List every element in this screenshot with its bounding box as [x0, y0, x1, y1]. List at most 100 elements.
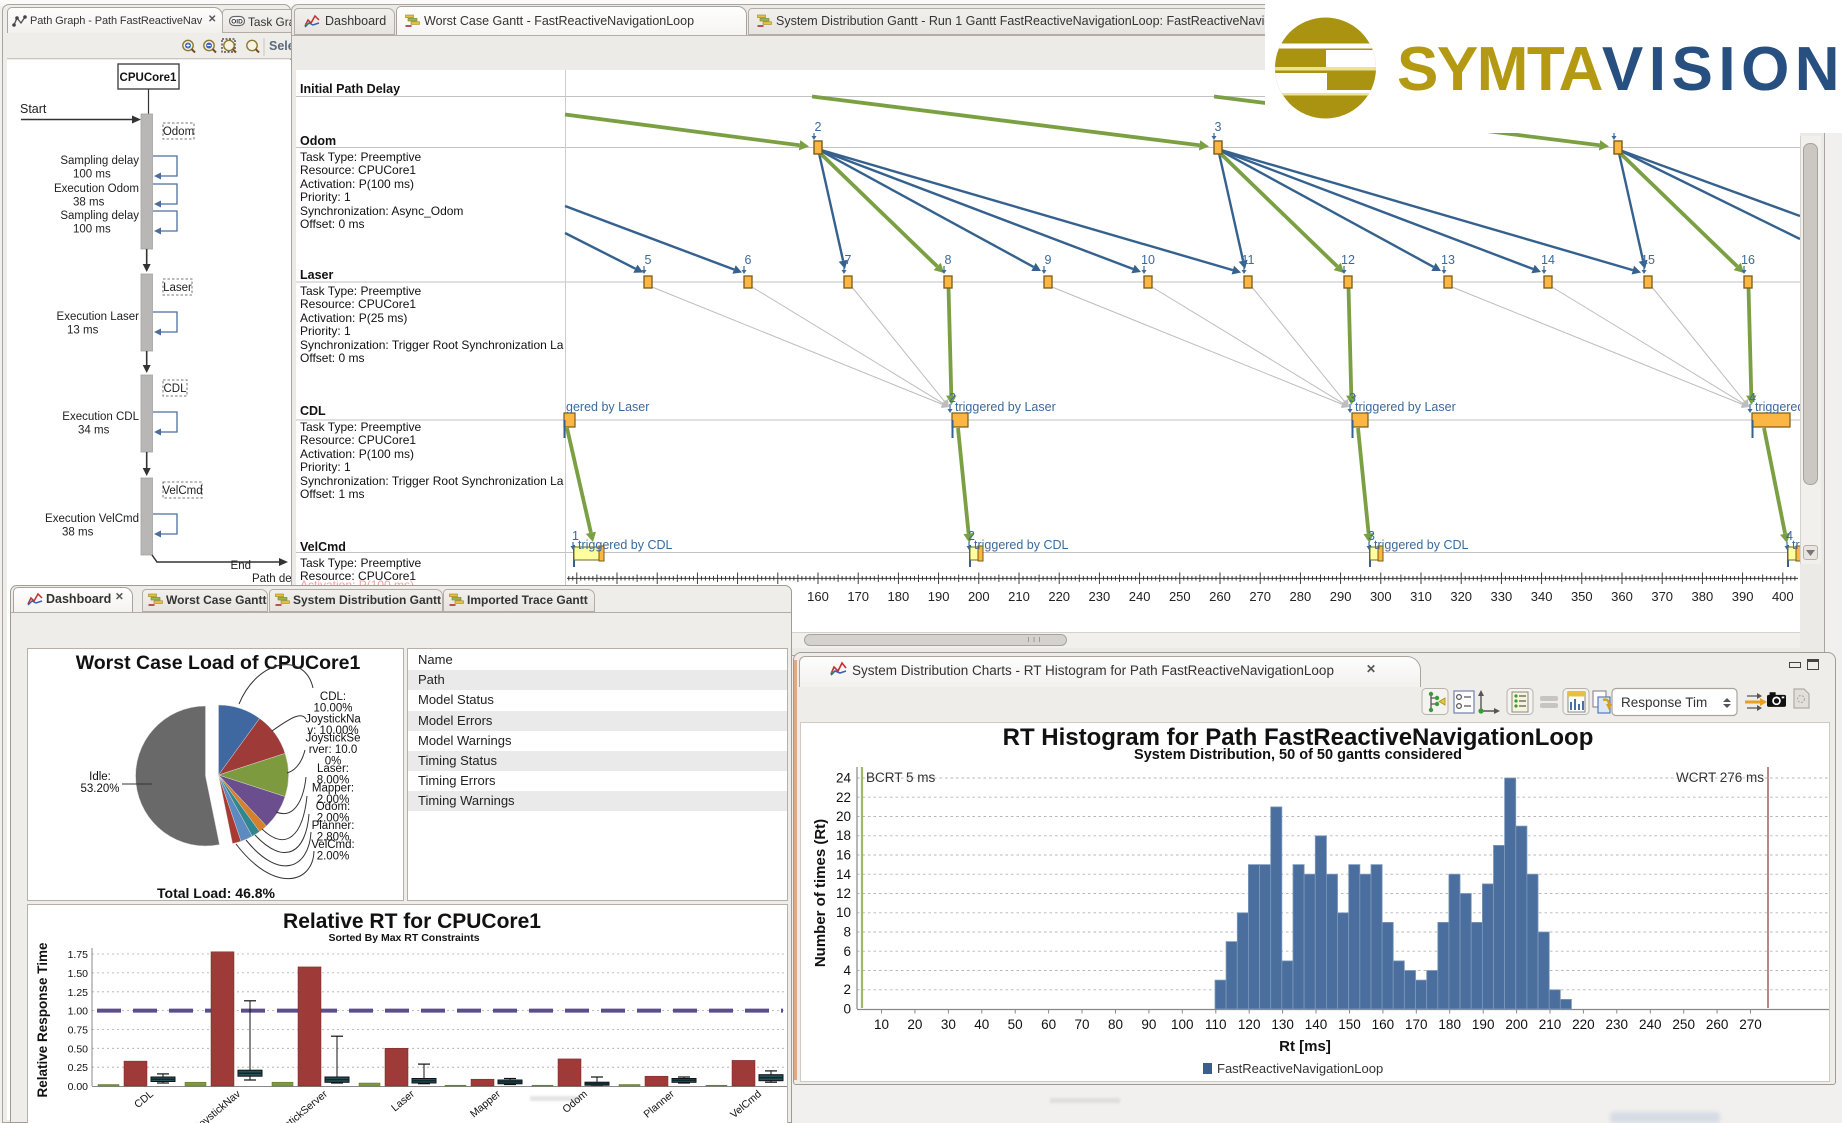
svg-text:System Distribution, 50 of 50: System Distribution, 50 of 50 gantts con… [1134, 747, 1462, 763]
svg-text:Odom: Odom [163, 126, 194, 138]
svg-text:Planner: Planner [641, 1088, 677, 1121]
svg-text:Relative Response Time: Relative Response Time [35, 942, 50, 1098]
svg-text:Execution CDL: Execution CDL [62, 411, 139, 423]
svg-text:triggered by Laser: triggered by Laser [1755, 400, 1800, 414]
svg-text:370: 370 [1651, 589, 1673, 604]
svg-text:FastReactiveNavigationLoop: FastReactiveNavigationLoop [1217, 1061, 1383, 1076]
svg-text:Execution VelCmd: Execution VelCmd [45, 513, 139, 525]
svg-text:240: 240 [1639, 1017, 1662, 1032]
svg-text:13: 13 [1441, 253, 1455, 267]
svg-text:Planner:: Planner: [312, 820, 355, 832]
svg-text:10: 10 [836, 905, 851, 920]
svg-text:Odom:: Odom: [316, 801, 351, 813]
svg-text:230: 230 [1089, 589, 1111, 604]
svg-text:Rt [ms]: Rt [ms] [1279, 1038, 1331, 1055]
svg-text:VelCmd: VelCmd [162, 485, 202, 497]
svg-text:BCRT 5 ms: BCRT 5 ms [866, 770, 936, 785]
svg-text:Laser: Laser [163, 282, 192, 294]
svg-text:300: 300 [1370, 589, 1392, 604]
svg-text:CPUCore1: CPUCore1 [120, 72, 177, 84]
svg-text:Worst Case Load of CPUCore1: Worst Case Load of CPUCore1 [76, 652, 361, 674]
svg-text:2.00%: 2.00% [317, 851, 350, 863]
svg-text:Path del: Path del [252, 573, 292, 585]
svg-text:gered by Laser: gered by Laser [566, 400, 649, 414]
svg-text:1.50: 1.50 [68, 968, 89, 980]
svg-text:triggered by Laser: triggered by Laser [1355, 400, 1456, 414]
svg-text:Execution Laser: Execution Laser [57, 311, 140, 323]
svg-text:220: 220 [1572, 1017, 1595, 1032]
svg-text:8: 8 [843, 925, 851, 940]
svg-text:120: 120 [1238, 1017, 1261, 1032]
svg-text:320: 320 [1450, 589, 1472, 604]
svg-text:14: 14 [836, 867, 852, 882]
svg-text:110: 110 [1205, 1017, 1227, 1032]
svg-text:2: 2 [843, 982, 851, 997]
svg-text:13 ms: 13 ms [67, 325, 99, 337]
svg-text:9: 9 [1045, 253, 1052, 267]
svg-text:Execution Odom: Execution Odom [54, 183, 139, 195]
svg-text:CDL:: CDL: [320, 691, 346, 703]
svg-text:JoystickNa: JoystickNa [305, 714, 361, 726]
svg-text:6: 6 [745, 253, 752, 267]
svg-text:Laser:: Laser: [317, 763, 349, 775]
svg-text:260: 260 [1706, 1017, 1729, 1032]
svg-text:400: 400 [1772, 589, 1794, 604]
svg-text:Laser: Laser [389, 1088, 417, 1114]
svg-text:30: 30 [941, 1017, 956, 1032]
svg-text:340: 340 [1531, 589, 1553, 604]
svg-text:190: 190 [1472, 1017, 1495, 1032]
svg-text:11: 11 [1242, 253, 1255, 267]
svg-text:100 ms: 100 ms [73, 169, 111, 181]
svg-text:Total Load: 46.8%: Total Load: 46.8% [157, 885, 276, 900]
svg-text:Sampling delay: Sampling delay [60, 210, 139, 222]
svg-text:200: 200 [968, 589, 990, 604]
svg-text:0.25: 0.25 [68, 1062, 89, 1074]
svg-text:360: 360 [1611, 589, 1633, 604]
svg-text:22: 22 [836, 790, 851, 805]
svg-text:Sampling delay: Sampling delay [60, 155, 139, 167]
svg-text:290: 290 [1330, 589, 1352, 604]
svg-text:150: 150 [1338, 1017, 1361, 1032]
svg-text:End: End [231, 560, 251, 572]
svg-text:130: 130 [1271, 1017, 1294, 1032]
svg-text:14: 14 [1541, 253, 1555, 267]
svg-text:5: 5 [645, 253, 652, 267]
svg-text:210: 210 [1008, 589, 1030, 604]
svg-text:Sorted By Max RT Constraints: Sorted By Max RT Constraints [328, 932, 479, 944]
svg-text:CDL: CDL [163, 383, 187, 395]
svg-text:100 ms: 100 ms [73, 224, 111, 236]
svg-text:20: 20 [907, 1017, 922, 1032]
svg-text:JoystickSe: JoystickSe [306, 733, 361, 745]
svg-text:250: 250 [1672, 1017, 1695, 1032]
svg-text:18: 18 [836, 828, 851, 843]
svg-text:180: 180 [888, 589, 910, 604]
svg-text:0.50: 0.50 [68, 1043, 89, 1055]
svg-text:WCRT 276 ms: WCRT 276 ms [1676, 770, 1764, 785]
svg-text:VelCmd: VelCmd [728, 1088, 764, 1121]
svg-text:280: 280 [1290, 589, 1312, 604]
svg-text:Odom: Odom [560, 1088, 590, 1116]
svg-text:34 ms: 34 ms [78, 425, 110, 437]
svg-text:10: 10 [874, 1017, 889, 1032]
svg-text:1.75: 1.75 [68, 949, 89, 961]
svg-text:90: 90 [1141, 1017, 1156, 1032]
svg-text:38 ms: 38 ms [73, 197, 105, 209]
svg-text:350: 350 [1571, 589, 1593, 604]
svg-text:triggered by CDL: triggered by CDL [974, 538, 1069, 552]
svg-text:12: 12 [1341, 253, 1355, 267]
svg-text:180: 180 [1438, 1017, 1461, 1032]
svg-text:190: 190 [928, 589, 950, 604]
svg-text:1.00: 1.00 [68, 1006, 89, 1018]
svg-text:330: 330 [1491, 589, 1513, 604]
svg-text:40: 40 [974, 1017, 989, 1032]
svg-text:200: 200 [1505, 1017, 1528, 1032]
svg-text:2: 2 [815, 120, 822, 134]
svg-text:16: 16 [1741, 253, 1755, 267]
svg-text:OID: OID [231, 19, 243, 26]
svg-text:38 ms: 38 ms [62, 527, 94, 539]
svg-text:1.25: 1.25 [68, 987, 89, 999]
svg-text:12: 12 [836, 886, 851, 901]
svg-text:6: 6 [843, 944, 851, 959]
svg-text:JoystickServer: JoystickServer [270, 1088, 330, 1123]
svg-text:VelCmd:: VelCmd: [311, 839, 354, 851]
